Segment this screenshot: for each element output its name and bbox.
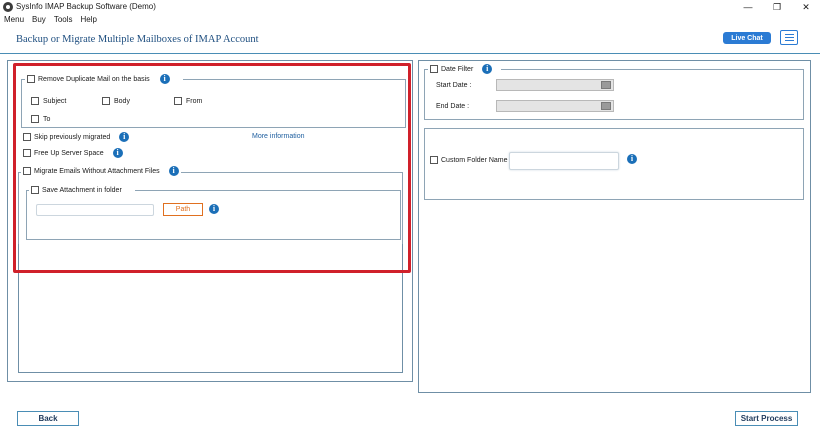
- menu-item-buy[interactable]: Buy: [32, 14, 46, 26]
- menu-item-menu[interactable]: Menu: [4, 14, 24, 26]
- custom-folder-checkbox[interactable]: [430, 156, 438, 164]
- custom-folder-input[interactable]: [509, 152, 619, 170]
- page-header: Backup or Migrate Multiple Mailboxes of …: [0, 26, 820, 54]
- custom-folder-info-icon[interactable]: i: [627, 154, 637, 164]
- end-date-input[interactable]: [496, 100, 614, 112]
- title-bar: SysInfo IMAP Backup Software (Demo) — ❐ …: [0, 0, 820, 14]
- custom-folder-label: Custom Folder Name: [441, 156, 508, 164]
- close-button[interactable]: ✕: [792, 0, 820, 14]
- page-title: Backup or Migrate Multiple Mailboxes of …: [16, 34, 259, 45]
- end-date-label: End Date :: [436, 103, 470, 110]
- window-title: SysInfo IMAP Backup Software (Demo): [16, 2, 156, 11]
- start-process-button[interactable]: Start Process: [735, 411, 798, 426]
- date-filter-info-icon[interactable]: i: [482, 64, 493, 74]
- start-date-label: Start Date :: [436, 82, 472, 89]
- hamburger-menu-icon[interactable]: [780, 30, 798, 45]
- start-date-calendar-icon[interactable]: [601, 81, 611, 89]
- custom-folder-option[interactable]: Custom Folder Name: [430, 156, 508, 164]
- date-filter-label: Date Filter: [441, 65, 474, 73]
- live-chat-button[interactable]: Live Chat: [723, 32, 771, 44]
- highlight-box: [13, 63, 411, 273]
- date-filter-checkbox[interactable]: [430, 65, 438, 73]
- menu-item-help[interactable]: Help: [81, 14, 97, 26]
- end-date-calendar-icon[interactable]: [601, 102, 611, 110]
- app-logo-icon: [3, 2, 13, 12]
- maximize-button[interactable]: ❐: [763, 0, 791, 14]
- minimize-button[interactable]: —: [734, 0, 762, 14]
- back-button[interactable]: Back: [17, 411, 79, 426]
- start-date-input[interactable]: [496, 79, 614, 91]
- menu-bar: Menu Buy Tools Help: [0, 14, 820, 26]
- date-filter-legend: Date Filter i: [428, 64, 502, 74]
- date-filter-group: [424, 69, 804, 120]
- menu-item-tools[interactable]: Tools: [54, 14, 73, 26]
